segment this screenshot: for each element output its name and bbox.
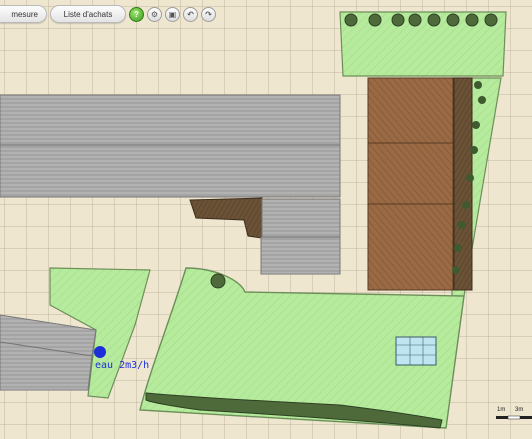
redo-button[interactable]: ↷ xyxy=(201,6,216,22)
lawn-top-right[interactable] xyxy=(339,11,507,77)
tab-mesure[interactable]: mesure xyxy=(0,5,47,23)
garden-plan[interactable] xyxy=(0,0,532,439)
toolbar: mesure Liste d'achats ? ⚙ ▣ ↶ ↷ xyxy=(0,4,216,24)
redo-icon: ↷ xyxy=(205,9,212,19)
terrace-upper[interactable] xyxy=(0,94,341,149)
terrace-lower[interactable] xyxy=(0,144,341,198)
paving-block-b[interactable] xyxy=(260,236,341,275)
undo-button[interactable]: ↶ xyxy=(183,6,198,22)
scale-label-left: 1m xyxy=(497,407,506,413)
water-point-marker[interactable] xyxy=(94,346,106,358)
paving-block-a[interactable] xyxy=(261,198,341,238)
print-icon: ▣ xyxy=(168,9,177,19)
blue-structure[interactable] xyxy=(395,336,437,366)
vegetable-bed-3[interactable] xyxy=(367,203,454,291)
settings-button[interactable]: ⚙ xyxy=(147,6,162,22)
print-button[interactable]: ▣ xyxy=(165,6,180,22)
scale-label-right: 3m xyxy=(515,407,524,413)
undo-icon: ↶ xyxy=(187,9,194,19)
water-point-label: eau 2m3/h xyxy=(95,360,150,371)
tab-liste-achats[interactable]: Liste d'achats xyxy=(50,5,126,23)
help-button[interactable]: ? xyxy=(129,6,144,22)
shrub[interactable] xyxy=(210,273,226,289)
mulch-strip-right[interactable] xyxy=(453,77,473,291)
vegetable-bed-2[interactable] xyxy=(367,142,454,206)
mulch-area[interactable] xyxy=(189,197,263,239)
settings-icon: ⚙ xyxy=(150,9,159,19)
scale-legend: 1m 3m xyxy=(495,407,532,423)
vegetable-bed-1[interactable] xyxy=(367,77,454,145)
